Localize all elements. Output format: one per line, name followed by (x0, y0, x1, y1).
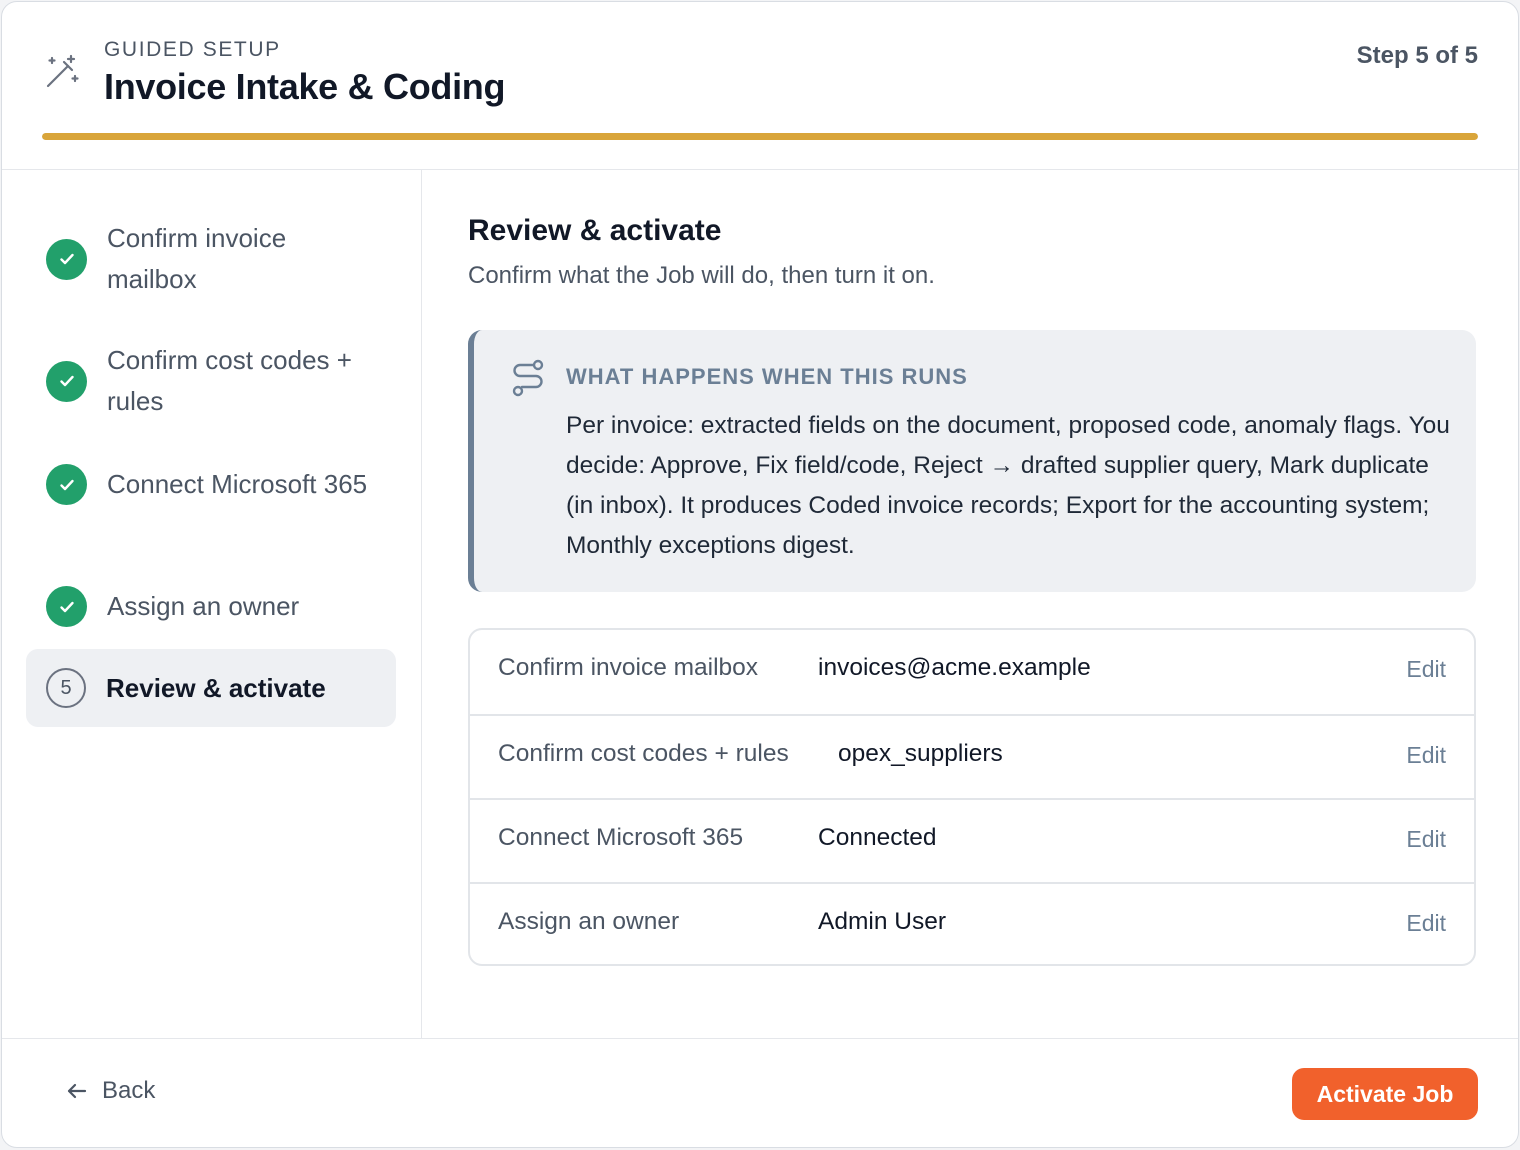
summary-label: Assign an owner (498, 908, 680, 935)
sidebar-step-microsoft-365[interactable]: Connect Microsoft 365 (26, 464, 396, 505)
flow-icon (512, 359, 544, 397)
summary-label: Confirm cost codes + rules (498, 740, 789, 767)
sidebar-step-review[interactable]: 5 Review & activate (26, 649, 396, 727)
header: GUIDED SETUP Invoice Intake & Coding Ste… (2, 2, 1518, 170)
summary-value: opex_suppliers (838, 740, 1003, 767)
back-label: Back (102, 1077, 156, 1104)
sidebar-step-label: Assign an owner (107, 591, 300, 621)
summary-value: Connected (818, 824, 937, 851)
guided-setup-modal: GUIDED SETUP Invoice Intake & Coding Ste… (1, 1, 1519, 1148)
sidebar-step-label: Connect Microsoft 365 (107, 469, 368, 499)
arrow-left-icon (67, 1083, 87, 1099)
what-happens-callout: WHAT HAPPENS WHEN THIS RUNS Per invoice:… (468, 330, 1476, 592)
summary-value: invoices@acme.example (818, 654, 1091, 681)
steps-sidebar: Confirm invoice mailbox Confirm cost cod… (2, 170, 422, 1038)
footer: Back Activate Job (2, 1038, 1518, 1147)
callout-heading: WHAT HAPPENS WHEN THIS RUNS (566, 364, 968, 389)
sidebar-step-owner[interactable]: Assign an owner (26, 586, 396, 627)
back-button[interactable]: Back (64, 1077, 155, 1105)
activate-job-button[interactable]: Activate Job (1292, 1068, 1478, 1120)
step-number-badge: 5 (46, 668, 86, 708)
edit-link[interactable]: Edit (1406, 742, 1446, 769)
check-icon (46, 360, 87, 402)
eyebrow-label: GUIDED SETUP (104, 38, 281, 61)
section-title: Review & activate (468, 214, 722, 247)
sidebar-step-label: Confirm invoice mailbox (107, 223, 287, 294)
step-counter: Step 5 of 5 (1356, 42, 1478, 69)
edit-link[interactable]: Edit (1406, 826, 1446, 853)
sidebar-step-label: Review & activate (106, 672, 326, 703)
sidebar-step-mailbox[interactable]: Confirm invoice mailbox (26, 218, 396, 300)
edit-link[interactable]: Edit (1406, 656, 1446, 683)
summary-value: Admin User (818, 908, 946, 935)
summary-row-cost-codes: Confirm cost codes + rules opex_supplier… (470, 714, 1474, 798)
check-icon (46, 586, 87, 627)
page-title: Invoice Intake & Coding (104, 66, 506, 107)
summary-row-mailbox: Confirm invoice mailbox invoices@acme.ex… (470, 630, 1474, 714)
check-icon (46, 464, 87, 505)
progress-bar (42, 133, 1478, 140)
summary-label: Confirm invoice mailbox (498, 654, 759, 681)
section-subtitle: Confirm what the Job will do, then turn … (468, 262, 935, 289)
edit-link[interactable]: Edit (1406, 910, 1446, 937)
summary-row-owner: Assign an owner Admin User Edit (470, 882, 1474, 964)
progress-fill (42, 133, 1478, 140)
sidebar-step-label: Confirm cost codes + rules (107, 345, 352, 416)
callout-body: Per invoice: extracted fields on the doc… (566, 412, 1450, 559)
sidebar-step-cost-codes[interactable]: Confirm cost codes + rules (26, 340, 396, 422)
check-icon (46, 238, 87, 280)
magic-wand-icon (46, 54, 79, 88)
summary-table: Confirm invoice mailbox invoices@acme.ex… (468, 628, 1476, 966)
summary-row-microsoft-365: Connect Microsoft 365 Connected Edit (470, 798, 1474, 882)
summary-label: Connect Microsoft 365 (498, 824, 744, 851)
